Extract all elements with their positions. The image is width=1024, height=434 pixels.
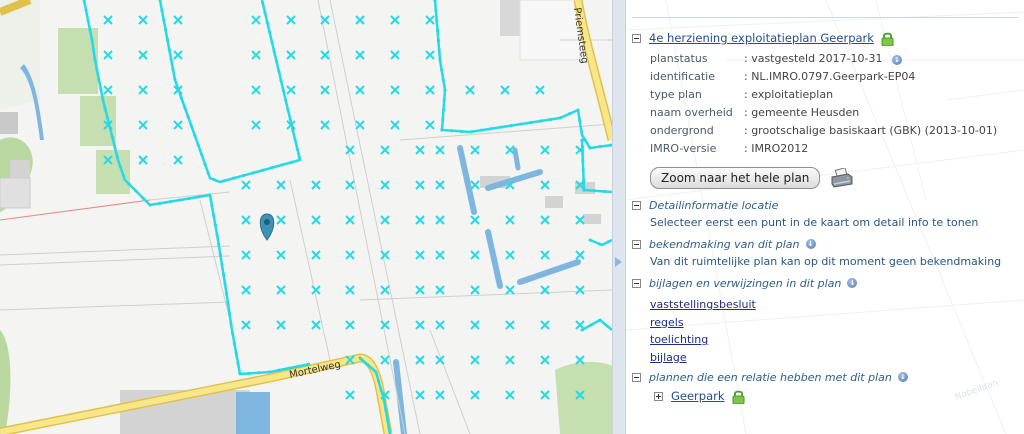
prop-key: IMRO-versie	[650, 141, 717, 155]
relaties-title: plannen die een relatie hebben met dit p…	[649, 370, 892, 384]
bekendmaking-text: Van dit ruimtelijke plan kan op dit mome…	[650, 255, 1002, 268]
prop-value: exploitatieplan	[744, 88, 833, 101]
expand-geerpark-toggle-icon[interactable]	[654, 391, 663, 401]
bekendmaking-title: bekendmaking van dit plan	[649, 237, 800, 251]
prop-type-plan: type plan exploitatieplan	[650, 85, 1018, 103]
plan-title-link[interactable]: 4e herziening exploitatieplan Geerpark	[649, 31, 874, 45]
link-bijlage[interactable]: bijlage	[650, 349, 1018, 367]
prop-value: vastgesteld 2017-10-31 ↓	[744, 52, 903, 65]
collapse-relaties-toggle-icon[interactable]	[632, 372, 641, 382]
collapse-panel-arrow-icon[interactable]	[615, 257, 622, 267]
collapse-plan-toggle-icon[interactable]	[632, 33, 641, 43]
prop-identificatie: identificatie NL.IMRO.0797.Geerpark-EP04	[650, 67, 1018, 85]
collapse-bekendmaking-toggle-icon[interactable]	[632, 239, 641, 249]
panel-top-bar	[632, 0, 1018, 18]
map-canvas[interactable]: Priemsteeg Mortelweg	[0, 0, 612, 434]
link-toelichting[interactable]: toelichting	[650, 331, 1018, 349]
info-icon[interactable]: ↓	[805, 239, 816, 249]
detail-text: Selecteer eerst een punt in de kaart om …	[650, 216, 979, 229]
bijlagen-section: bijlagen en verwijzingen in dit plan ↓ v…	[632, 274, 1018, 366]
lock-icon	[731, 389, 746, 404]
link-regels[interactable]: regels	[650, 314, 1018, 332]
collapse-detail-toggle-icon[interactable]	[632, 200, 641, 210]
printer-icon[interactable]	[830, 168, 854, 188]
plan-section: 4e herziening exploitatieplan Geerpark p…	[632, 29, 1018, 193]
panel-splitter[interactable]	[612, 0, 626, 434]
prop-key: naam overheid	[650, 105, 733, 119]
prop-value: NL.IMRO.0797.Geerpark-EP04	[744, 70, 915, 83]
prop-ondergrond: ondergrond grootschalige basiskaart (GBK)…	[650, 121, 1018, 139]
prop-value: gemeente Heusden	[744, 106, 859, 119]
prop-value: grootschalige basiskaart (GBK) (2013-10-…	[744, 124, 997, 137]
prop-value: IMRO2012	[744, 142, 808, 155]
bekendmaking-section: bekendmaking van dit plan ↓ Van dit ruim…	[632, 235, 1018, 271]
prop-key: planstatus	[650, 51, 708, 65]
collapse-bijlagen-toggle-icon[interactable]	[632, 278, 641, 288]
zoom-to-plan-button[interactable]: Zoom naar het hele plan	[650, 167, 821, 189]
related-plan-row: Geerpark	[654, 386, 1018, 406]
relaties-section: plannen die een relatie hebben met dit p…	[632, 368, 1018, 406]
prop-naam-overheid: naam overheid gemeente Heusden	[650, 103, 1018, 121]
link-vaststellingsbesluit[interactable]: vaststellingsbesluit	[650, 296, 1018, 314]
map-view[interactable]: Priemsteeg Mortelweg	[0, 0, 612, 434]
prop-key: ondergrond	[650, 123, 714, 137]
plan-properties: planstatus vastgesteld 2017-10-31 ↓ ident…	[650, 49, 1018, 157]
prop-key: identificatie	[650, 69, 716, 83]
detail-section: Detailinformatie locatie Selecteer eerst…	[632, 196, 1018, 232]
bijlagen-title: bijlagen en verwijzingen in dit plan	[649, 276, 842, 290]
info-icon[interactable]: ↓	[892, 54, 903, 65]
prop-planstatus: planstatus vastgesteld 2017-10-31 ↓	[650, 49, 1018, 67]
info-icon[interactable]: ↓	[897, 372, 908, 382]
related-plan-link[interactable]: Geerpark	[671, 389, 725, 403]
info-icon[interactable]: ↓	[847, 278, 858, 288]
bijlagen-links: vaststellingsbesluit regels toelichting …	[650, 296, 1018, 366]
lock-icon	[880, 31, 895, 46]
prop-imro-versie: IMRO-versie IMRO2012	[650, 139, 1018, 157]
info-panel: Nobellaan 4e herziening exploitatieplan …	[626, 0, 1024, 434]
detail-title: Detailinformatie locatie	[649, 198, 779, 212]
prop-key: type plan	[650, 87, 702, 101]
